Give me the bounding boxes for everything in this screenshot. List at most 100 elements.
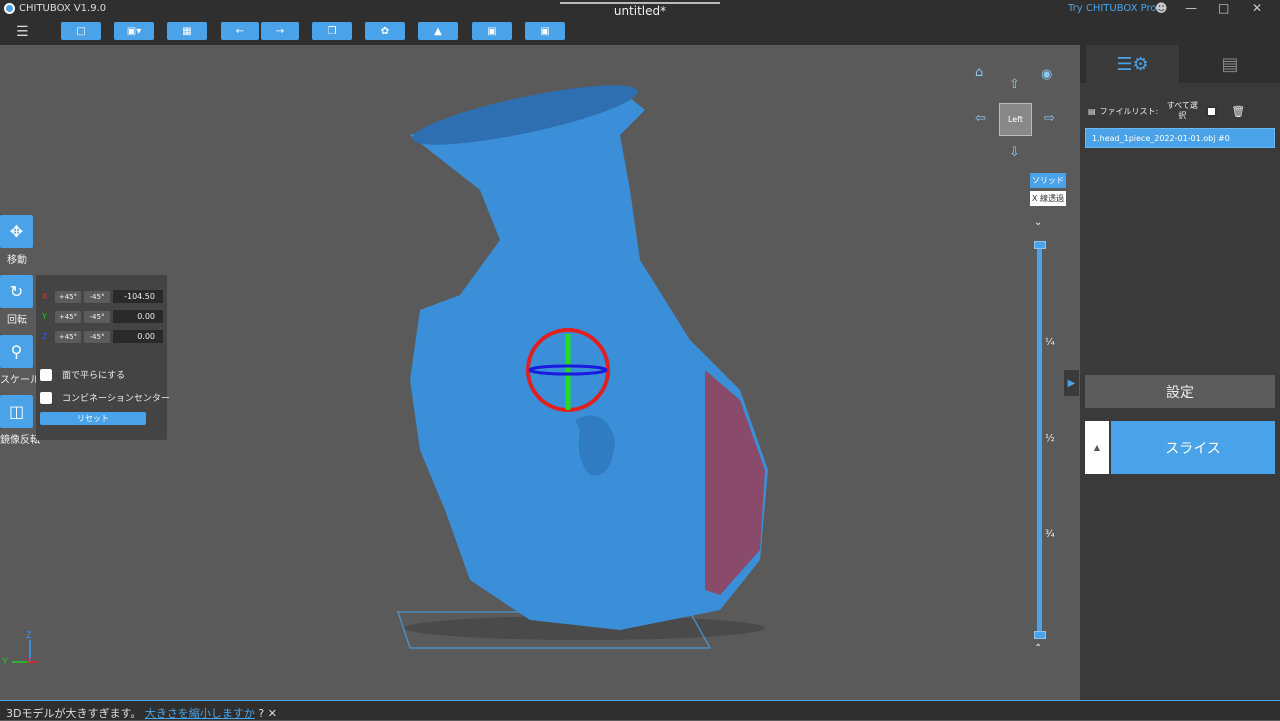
rotate-x-input[interactable]: -104.50 bbox=[113, 290, 163, 303]
3d-viewport[interactable]: Z Y X ✥ 移動 ↻ 回転 ⚲ スケール ◫ 鏡像反転 X +45° -45… bbox=[0, 45, 1080, 700]
rotate-panel: X +45° -45° -104.50 Y +45° -45° 0.00 Z +… bbox=[36, 275, 170, 440]
expand-arrow-icon[interactable]: ▲ bbox=[1085, 421, 1109, 474]
rotate-y-minus45-button[interactable]: -45° bbox=[84, 310, 110, 323]
rotate-x-label: X bbox=[42, 292, 48, 301]
copy-button[interactable]: ❐ bbox=[312, 22, 352, 40]
support-icon: ▲ bbox=[434, 25, 442, 37]
maximize-button[interactable]: □ bbox=[1218, 1, 1229, 15]
rotate-z-plus45-button[interactable]: +45° bbox=[55, 330, 81, 343]
rotate-icon: ↻ bbox=[9, 282, 24, 301]
move-tool-button[interactable]: ✥ bbox=[0, 215, 33, 248]
view-left-arrow-icon[interactable]: ⇦ bbox=[975, 111, 986, 126]
redo-button[interactable]: → bbox=[261, 22, 299, 40]
panel-toggle-arrow-icon[interactable]: ▶ bbox=[1064, 370, 1079, 396]
open-folder-button[interactable]: □ bbox=[61, 22, 101, 40]
undo-icon: ← bbox=[235, 25, 245, 37]
move-icon: ✥ bbox=[9, 222, 24, 241]
layer-slider-top-knob[interactable] bbox=[1034, 241, 1046, 249]
close-button[interactable]: ✕ bbox=[1252, 1, 1262, 15]
hollow-icon: ▣ bbox=[487, 25, 497, 37]
combination-center-checkbox[interactable] bbox=[40, 391, 52, 404]
view-up-arrow-icon[interactable]: ⇧ bbox=[1009, 77, 1020, 92]
chitubox-logo-icon bbox=[4, 3, 15, 14]
file-list-label: ファイルリスト: bbox=[1099, 106, 1159, 116]
platform-icon: ▤ bbox=[1221, 53, 1239, 75]
import-button[interactable]: ▦ bbox=[167, 22, 207, 40]
rotate-y-input[interactable]: 0.00 bbox=[113, 310, 163, 323]
slider-tick-quarter: ¼ bbox=[1045, 337, 1055, 348]
layer-slider-track[interactable] bbox=[1037, 245, 1042, 638]
save-button[interactable]: ▣▾ bbox=[114, 22, 154, 40]
lock-icon: ▣ bbox=[540, 25, 550, 37]
chevron-down-icon[interactable]: ⌄ bbox=[1034, 217, 1042, 228]
axis-y-label: Y bbox=[2, 656, 8, 666]
axis-z-label: Z bbox=[26, 630, 32, 640]
import-icon: ▦ bbox=[182, 25, 192, 37]
mirror-tool-button[interactable]: ◫ bbox=[0, 395, 33, 428]
rotate-tool-button[interactable]: ↻ bbox=[0, 275, 33, 308]
visibility-eye-icon[interactable]: ◉ bbox=[1041, 67, 1052, 82]
rotate-x-minus45-button[interactable]: -45° bbox=[84, 290, 110, 303]
file-list-header: ▤ ファイルリスト: すべて選択 🗑 bbox=[1088, 100, 1276, 122]
settings-button[interactable]: 設定 bbox=[1085, 375, 1275, 408]
view-down-arrow-icon[interactable]: ⇩ bbox=[1009, 145, 1020, 160]
select-all-label[interactable]: すべて選択 bbox=[1164, 101, 1200, 121]
folder-icon: □ bbox=[76, 25, 86, 37]
undo-button[interactable]: ← bbox=[221, 22, 259, 40]
solid-view-button[interactable]: ソリッド bbox=[1030, 173, 1066, 188]
move-tool-label: 移動 bbox=[7, 255, 27, 266]
arrange-icon: ✿ bbox=[380, 25, 390, 37]
slice-button[interactable]: スライス bbox=[1111, 421, 1275, 474]
reset-button[interactable]: リセット bbox=[40, 412, 146, 425]
rotate-tool-label: 回転 bbox=[7, 315, 27, 326]
view-right-arrow-icon[interactable]: ⇨ bbox=[1044, 111, 1055, 126]
xray-view-button[interactable]: X 線透過 bbox=[1030, 191, 1067, 206]
slider-tick-three-quarter: ¾ bbox=[1045, 529, 1055, 540]
rotate-z-input[interactable]: 0.00 bbox=[113, 330, 163, 343]
slice-box-button[interactable]: ▣ bbox=[525, 22, 565, 40]
rotate-x-plus45-button[interactable]: +45° bbox=[55, 290, 81, 303]
mirror-icon: ◫ bbox=[8, 402, 25, 421]
lay-flat-label: 面で平らにする bbox=[62, 371, 126, 381]
scale-tool-label: スケール bbox=[0, 375, 40, 386]
scale-icon: ⚲ bbox=[10, 342, 23, 361]
layer-slider-bottom-knob[interactable] bbox=[1034, 631, 1046, 639]
try-pro-link[interactable]: Try CHITUBOX Pro bbox=[1068, 3, 1157, 14]
rotate-y-plus45-button[interactable]: +45° bbox=[55, 310, 81, 323]
status-question: ? bbox=[258, 707, 265, 720]
rotate-z-minus45-button[interactable]: -45° bbox=[84, 330, 110, 343]
copy-icon: ❐ bbox=[327, 25, 337, 37]
slider-tick-half: ½ bbox=[1045, 433, 1055, 444]
axis-x-label: X bbox=[26, 656, 32, 666]
main-toolbar: ☰ □ ▣▾ ▦ ← → ❐ ✿ ▲ ▣ ▣ bbox=[0, 18, 1280, 45]
app-name: CHITUBOX V1.9.0 bbox=[19, 3, 107, 14]
support-button[interactable]: ▲ bbox=[418, 22, 458, 40]
rotate-z-label: Z bbox=[42, 332, 48, 341]
title-bar: CHITUBOX V1.9.0 untitled* Try CHITUBOX P… bbox=[0, 0, 1280, 18]
select-all-checkbox[interactable] bbox=[1206, 105, 1218, 117]
right-side-panel: ☰⚙ ▤ ▤ ファイルリスト: すべて選択 🗑 1.head_1piece_20… bbox=[1080, 45, 1280, 700]
redo-icon: → bbox=[275, 25, 285, 37]
lay-flat-checkbox[interactable] bbox=[40, 368, 52, 381]
panel-tabs: ☰⚙ ▤ bbox=[1080, 45, 1280, 83]
settings-list-icon: ☰⚙ bbox=[1116, 53, 1149, 75]
arrange-button[interactable]: ✿ bbox=[365, 22, 405, 40]
home-view-icon[interactable]: ⌂ bbox=[975, 65, 983, 80]
view-cube[interactable]: Left bbox=[999, 103, 1032, 136]
hamburger-menu-icon[interactable]: ☰ bbox=[16, 24, 29, 40]
chevron-up-icon[interactable]: ⌃ bbox=[1034, 643, 1042, 654]
status-close-icon[interactable]: ✕ bbox=[268, 707, 277, 720]
save-icon: ▣▾ bbox=[126, 25, 142, 37]
trash-icon[interactable]: 🗑 bbox=[1231, 105, 1245, 118]
scale-tool-button[interactable]: ⚲ bbox=[0, 335, 33, 368]
app-title: CHITUBOX V1.9.0 bbox=[4, 3, 106, 14]
user-icon[interactable]: ☻ bbox=[1155, 1, 1168, 15]
tab-settings[interactable]: ☰⚙ bbox=[1086, 45, 1179, 83]
file-list-item[interactable]: 1.head_1piece_2022-01-01.obj #0 bbox=[1085, 128, 1275, 148]
rotate-y-label: Y bbox=[42, 312, 47, 321]
minimize-button[interactable]: — bbox=[1185, 1, 1197, 15]
hollow-button[interactable]: ▣ bbox=[472, 22, 512, 40]
scale-down-link[interactable]: 大きさを縮小しますか bbox=[145, 707, 255, 720]
file-icon: ▤ bbox=[1088, 106, 1096, 116]
tab-platform[interactable]: ▤ bbox=[1180, 45, 1280, 83]
